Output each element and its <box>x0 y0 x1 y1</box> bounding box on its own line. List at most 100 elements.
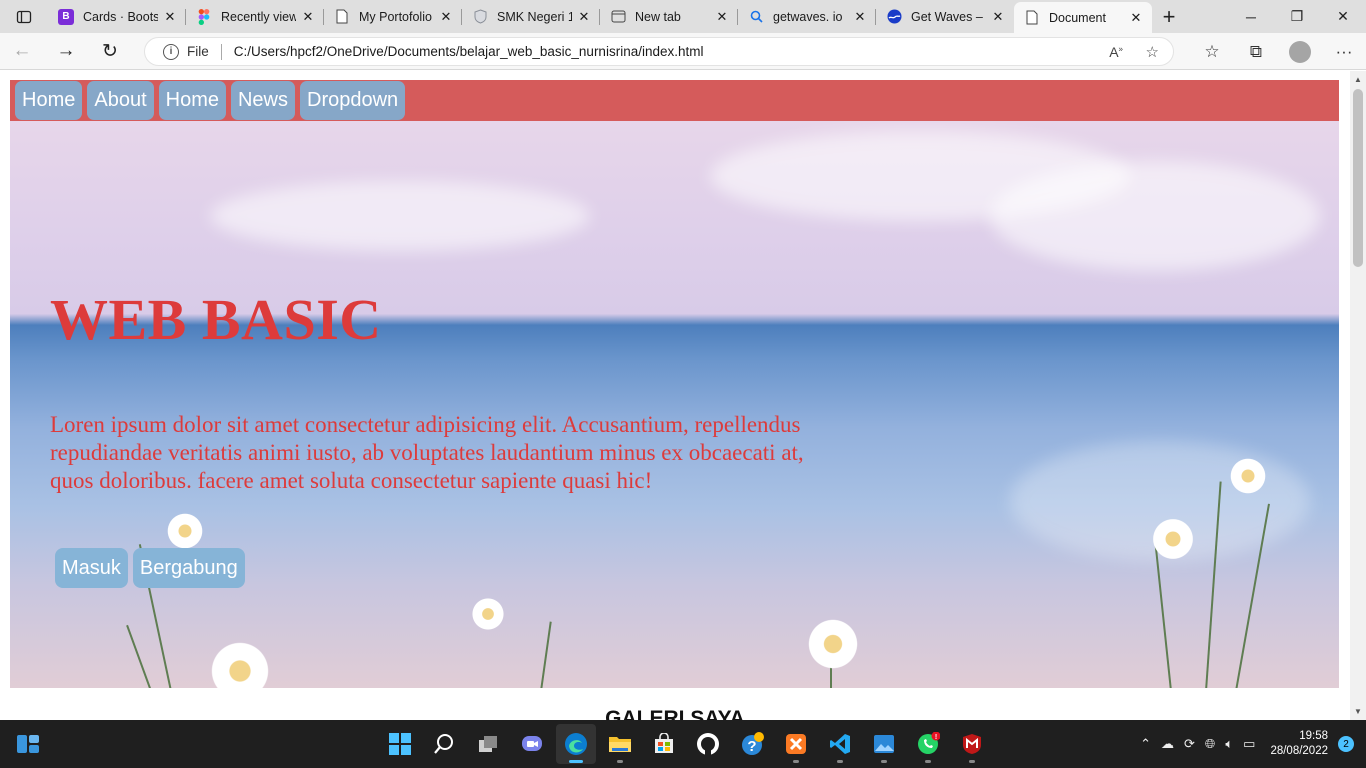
more-menu-icon[interactable]: ··· <box>1322 42 1366 62</box>
mcafee-icon[interactable] <box>952 724 992 764</box>
close-window-icon[interactable]: ✕ <box>1320 0 1366 33</box>
volume-icon[interactable]: 🔈︎ <box>1225 736 1233 752</box>
minimize-icon[interactable]: ─ <box>1228 0 1274 33</box>
widgets-icon[interactable] <box>16 733 40 755</box>
back-icon[interactable]: ← <box>0 33 44 70</box>
figma-icon <box>196 8 212 25</box>
refresh-icon[interactable]: ↻ <box>88 33 132 70</box>
gallery-title: GALERI SAYA <box>605 707 745 720</box>
windows-taskbar: ? ! ⌃ ☁ ⟳ 🌐︎ 🔈︎ ▭ 19:58 28/08/2022 2 <box>0 720 1366 768</box>
search-icon <box>748 9 764 25</box>
photos-icon[interactable] <box>864 724 904 764</box>
bergabung-button[interactable]: Bergabung <box>132 548 245 588</box>
scroll-up-icon[interactable]: ▲ <box>1354 75 1362 84</box>
nav-about-link[interactable]: About <box>87 81 154 120</box>
tab-actions-icon[interactable] <box>0 0 48 33</box>
github-icon[interactable] <box>688 724 728 764</box>
address-url[interactable]: C:/Users/hpcf2/OneDrive/Documents/belaja… <box>234 44 704 59</box>
close-tab-icon[interactable]: ✕ <box>300 9 316 25</box>
teams-chat-icon[interactable] <box>512 724 552 764</box>
new-tab-button[interactable]: + <box>1152 4 1186 30</box>
tab-title: My Portofolio <box>359 9 432 24</box>
window-controls: ─ ❐ ✕ <box>1228 0 1366 33</box>
edge-icon[interactable] <box>556 724 596 764</box>
daisy-flower <box>805 616 861 672</box>
sync-icon[interactable]: ⟳ <box>1184 736 1195 752</box>
tab-title: getwaves. io <box>773 9 843 24</box>
chevron-up-icon[interactable]: ⌃ <box>1140 736 1151 752</box>
notification-badge[interactable]: 2 <box>1338 736 1354 752</box>
store-icon[interactable] <box>644 724 684 764</box>
tab-title: SMK Negeri 1 <box>497 9 572 24</box>
browser-tab[interactable]: SMK Negeri 1 ✕ <box>462 0 600 33</box>
tab-title: Document <box>1049 10 1106 25</box>
masuk-button[interactable]: Masuk <box>55 548 128 588</box>
favorites-icon[interactable]: ☆ <box>1190 42 1234 62</box>
file-explorer-icon[interactable] <box>600 724 640 764</box>
close-tab-icon[interactable]: ✕ <box>438 9 454 25</box>
tab-title: New tab <box>635 9 681 24</box>
daisy-flower <box>165 511 205 551</box>
address-input[interactable]: i File C:/Users/hpcf2/OneDrive/Documents… <box>144 37 1174 66</box>
info-icon[interactable]: i <box>163 43 179 60</box>
network-warning-icon[interactable]: ☁ <box>1161 736 1174 752</box>
scrollbar-thumb[interactable] <box>1353 89 1363 267</box>
search-icon[interactable] <box>424 724 464 764</box>
language-icon[interactable]: 🌐︎ <box>1205 736 1215 752</box>
running-indicator <box>925 760 931 763</box>
browser-tab[interactable]: B Cards · Bootst ✕ <box>48 0 186 33</box>
tab-title: Get Waves – C <box>911 9 986 24</box>
bootstrap-icon: B <box>58 8 74 25</box>
nav-home-link-2[interactable]: Home <box>158 81 226 120</box>
browser-tab[interactable]: New tab ✕ <box>600 0 738 33</box>
browser-tab[interactable]: Get Waves – C ✕ <box>876 0 1014 33</box>
vscode-icon[interactable] <box>820 724 860 764</box>
site-navbar: Home About Home News Dropdown <box>10 80 1339 121</box>
restore-icon[interactable]: ❐ <box>1274 0 1320 33</box>
daisy-flower <box>470 596 506 632</box>
tab-title: Cards · Bootst <box>83 9 158 24</box>
nav-news-link[interactable]: News <box>230 81 295 120</box>
xampp-icon[interactable] <box>776 724 816 764</box>
tips-icon[interactable]: ? <box>732 724 772 764</box>
hero-buttons: Masuk Bergabung <box>55 548 250 588</box>
close-tab-icon[interactable]: ✕ <box>852 9 868 25</box>
collections-icon[interactable]: ⧉ <box>1234 42 1278 62</box>
whatsapp-icon[interactable]: ! <box>908 724 948 764</box>
browser-tab[interactable]: Recently view ✕ <box>186 0 324 33</box>
clock-time: 19:58 <box>1299 730 1328 742</box>
running-indicator <box>837 760 843 763</box>
browser-tab[interactable]: My Portofolio ✕ <box>324 0 462 33</box>
close-tab-icon[interactable]: ✕ <box>1128 10 1144 26</box>
windows-icon[interactable] <box>380 724 420 764</box>
tab-strip: B Cards · Bootst ✕ Recently view ✕ My Po… <box>0 0 1366 33</box>
page-viewport: Home About Home News Dropdown WEB BASIC … <box>0 71 1350 720</box>
profile-avatar[interactable] <box>1289 40 1311 63</box>
flower-stem <box>1154 541 1172 688</box>
clock[interactable]: 19:58 28/08/2022 <box>1270 729 1328 759</box>
address-divider <box>220 43 222 60</box>
browser-tab-active[interactable]: Document ✕ <box>1014 2 1152 33</box>
close-tab-icon[interactable]: ✕ <box>162 9 178 25</box>
scroll-down-icon[interactable]: ▼ <box>1354 707 1362 716</box>
hero-cloud <box>210 181 590 251</box>
daisy-flower <box>205 641 275 688</box>
close-tab-icon[interactable]: ✕ <box>576 9 592 25</box>
close-tab-icon[interactable]: ✕ <box>990 9 1006 25</box>
running-indicator <box>881 760 887 763</box>
running-indicator <box>793 760 799 763</box>
close-tab-icon[interactable]: ✕ <box>714 9 730 25</box>
nav-home-link[interactable]: Home <box>15 81 83 120</box>
battery-icon[interactable]: ▭ <box>1243 736 1255 752</box>
task-view-icon[interactable] <box>468 724 508 764</box>
daisy-flower <box>1228 456 1268 496</box>
browser-tab[interactable]: getwaves. io ✕ <box>738 0 876 33</box>
forward-icon[interactable]: → <box>44 33 88 70</box>
page-icon <box>334 9 350 25</box>
hero-section: WEB BASIC Loren ipsum dolor sit amet con… <box>10 121 1339 688</box>
read-aloud-icon[interactable]: A» <box>1109 44 1123 60</box>
svg-text:!: ! <box>935 734 937 741</box>
page-scrollbar[interactable]: ▲ ▼ <box>1350 71 1366 720</box>
add-favorite-icon[interactable]: ☆ <box>1146 43 1159 61</box>
nav-dropdown-link[interactable]: Dropdown <box>300 81 406 120</box>
